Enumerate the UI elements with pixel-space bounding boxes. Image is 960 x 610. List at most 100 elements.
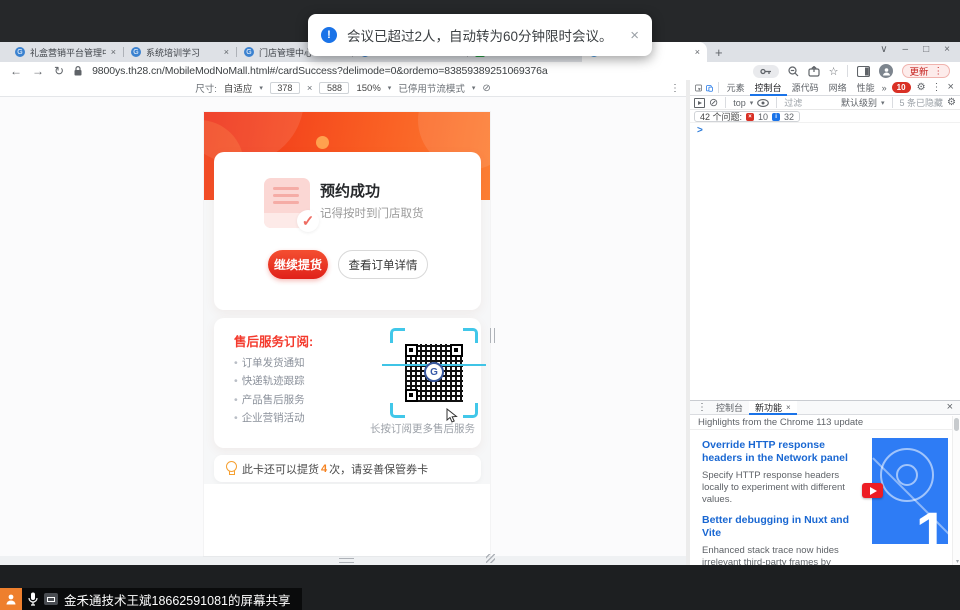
drawer-tab-console[interactable]: 控制台	[710, 401, 749, 415]
chrome-113-video-thumbnail[interactable]: 1	[872, 438, 948, 544]
devtools-settings-gear-icon[interactable]: ⚙	[914, 83, 929, 93]
subscribe-item: •产品售后服务	[234, 392, 305, 407]
viewport-resize-handle-bottom[interactable]	[339, 558, 354, 563]
devtools-tab-sources[interactable]: 源代码	[787, 80, 824, 96]
clear-console-icon[interactable]: ⊘	[709, 96, 718, 109]
subscribe-item: •快递轨迹跟踪	[234, 373, 305, 388]
devtools-tab-network[interactable]: 网络	[824, 80, 852, 96]
chevron-down-icon: ▾	[750, 99, 754, 107]
drawer-tab-close-icon[interactable]: ×	[786, 403, 791, 412]
browser-tab-1[interactable]: G 礼盒营销平台管理中心 ×	[8, 42, 123, 62]
whats-new-label: 新功能	[755, 401, 782, 414]
devtools-menu-dots-icon[interactable]: ⋮	[929, 83, 945, 93]
devtools-tab-performance[interactable]: 性能	[852, 80, 880, 96]
youtube-play-icon[interactable]	[862, 483, 883, 498]
console-toolbar-divider	[776, 97, 777, 108]
qr-caption: 长按订阅更多售后服务	[370, 421, 475, 436]
zoom-level-select[interactable]: 150%	[356, 83, 380, 94]
share-icon[interactable]	[808, 66, 820, 77]
thumbnail-art: 1	[872, 438, 948, 544]
whats-new-link[interactable]: Override HTTP response headers in the Ne…	[702, 439, 868, 465]
continue-pickup-button[interactable]: 继续提货	[268, 250, 328, 279]
notification-text: 会议已超过2人，自动转为60分钟限时会议。	[347, 25, 613, 45]
address-url[interactable]: 9800ys.th28.cn/MobileModNoMall.html#/car…	[92, 65, 548, 77]
bookmark-star-icon[interactable]: ☆	[829, 65, 839, 78]
password-key-icon[interactable]	[753, 65, 779, 78]
tab-close-icon[interactable]: ×	[224, 47, 229, 57]
dimensions-label: 尺寸:	[195, 81, 217, 95]
window-controls: ∨ – □ ×	[880, 44, 950, 55]
console-sidebar-toggle-icon[interactable]	[694, 98, 705, 108]
throttling-select[interactable]: 已停用节流模式	[398, 81, 465, 95]
viewport-width-input[interactable]	[270, 82, 300, 94]
viewport-resize-handle-right[interactable]	[490, 328, 495, 343]
chevron-down-icon: ▾	[259, 84, 263, 92]
drawer-scrollbar[interactable]: ▾	[952, 416, 960, 565]
viewport-resize-handle-corner[interactable]	[486, 554, 495, 563]
issues-bar[interactable]: 42 个问题: × 10 i 32	[694, 111, 800, 122]
back-button[interactable]: ←	[10, 65, 22, 77]
console-context-selector[interactable]: top	[733, 98, 746, 108]
side-panel-icon[interactable]	[857, 66, 870, 77]
console-prompt-chevron[interactable]: >	[697, 125, 703, 136]
console-error-count-badge[interactable]: 10	[892, 82, 911, 93]
viewport-height-input[interactable]	[319, 82, 349, 94]
whats-new-subtitle: Highlights from the Chrome 113 update	[690, 415, 960, 430]
mobile-viewport: ✓ 预约成功 记得按时到门店取货 继续提货 查看订单详情 售后服务订阅: •订单…	[204, 112, 490, 556]
notification-close-icon[interactable]: ×	[630, 27, 639, 44]
drawer-tab-whats-new[interactable]: 新功能 ×	[749, 401, 797, 415]
inspect-element-icon[interactable]	[695, 82, 702, 94]
browser-toolbar: ← → ↻ 9800ys.th28.cn/MobileModNoMall.htm…	[0, 62, 960, 80]
live-expression-eye-icon[interactable]	[757, 99, 769, 107]
device-toolbar-menu-icon[interactable]: ⋮	[670, 83, 680, 94]
chevron-down-icon: ▾	[472, 84, 476, 92]
info-icon: i	[772, 113, 780, 121]
toolbar-divider	[847, 65, 848, 77]
view-order-detail-button[interactable]: 查看订单详情	[338, 250, 428, 279]
browser-menu-dots-icon[interactable]: ⋮	[934, 66, 944, 77]
site-favicon: G	[244, 47, 254, 57]
reload-button[interactable]: ↻	[54, 65, 64, 77]
device-toolbar-toggle-icon[interactable]	[706, 82, 713, 94]
devtools-close-icon[interactable]: ×	[945, 82, 957, 93]
scrollbar-thumb[interactable]	[954, 418, 959, 431]
drawer-close-icon[interactable]: ×	[944, 402, 956, 413]
scrollbar-down-arrow[interactable]: ▾	[956, 558, 959, 565]
maximize-button[interactable]: □	[923, 44, 929, 55]
whats-new-link[interactable]: Better debugging in Nuxt and Vite	[702, 514, 868, 540]
console-log-level-selector[interactable]: 默认级别	[841, 96, 877, 109]
minimize-button[interactable]: –	[903, 44, 909, 55]
new-tab-button[interactable]: +	[715, 45, 723, 60]
issues-error-count: 10	[758, 112, 768, 122]
success-subtitle: 记得按时到门店取货	[320, 205, 424, 221]
devtools-more-tabs-icon[interactable]: »	[880, 80, 889, 96]
profile-avatar-icon[interactable]	[879, 64, 893, 78]
devtools-tab-elements[interactable]: 元素	[722, 80, 750, 96]
console-settings-gear-icon[interactable]: ⚙	[947, 97, 956, 108]
console-filter-input[interactable]	[784, 98, 837, 108]
screen-share-text: 金禾通技术王斌18662591081的屏幕共享	[64, 590, 290, 609]
devtools-tab-console[interactable]: 控制台	[750, 80, 787, 96]
devtools-divider	[718, 82, 719, 93]
qr-corner-bracket	[463, 403, 478, 418]
tab-close-icon[interactable]: ×	[111, 47, 116, 57]
zoom-icon[interactable]	[788, 66, 799, 77]
browser-tab-2[interactable]: G 系统培训学习 ×	[124, 42, 236, 62]
device-preset-select[interactable]: 自适应	[224, 81, 253, 95]
drawer-menu-dots-icon[interactable]: ⋮	[694, 403, 710, 413]
page-bottom-blank	[204, 484, 490, 556]
pickup-note-bar: 此卡还可以提货 4 次，请妥善保管券卡	[214, 455, 481, 482]
chrome-update-button[interactable]: 更新 ⋮	[902, 64, 950, 78]
subscribe-title: 售后服务订阅:	[234, 331, 313, 350]
subscribe-qr-code[interactable]: G	[390, 328, 478, 418]
padlock-icon	[74, 66, 82, 76]
tab-close-icon[interactable]: ×	[695, 47, 700, 57]
toolbar-right-icons: ☆ 更新 ⋮	[753, 64, 950, 78]
share-label-body: 金禾通技术王斌18662591081的屏幕共享	[22, 588, 302, 610]
close-window-button[interactable]: ×	[944, 44, 950, 55]
microphone-icon	[28, 592, 38, 606]
issues-warning-count: 32	[784, 112, 794, 122]
forward-button[interactable]: →	[32, 65, 44, 77]
browser-menu-chevron-icon[interactable]: ∨	[880, 44, 887, 55]
hidden-messages-count: 5 条已隐藏	[900, 96, 944, 109]
